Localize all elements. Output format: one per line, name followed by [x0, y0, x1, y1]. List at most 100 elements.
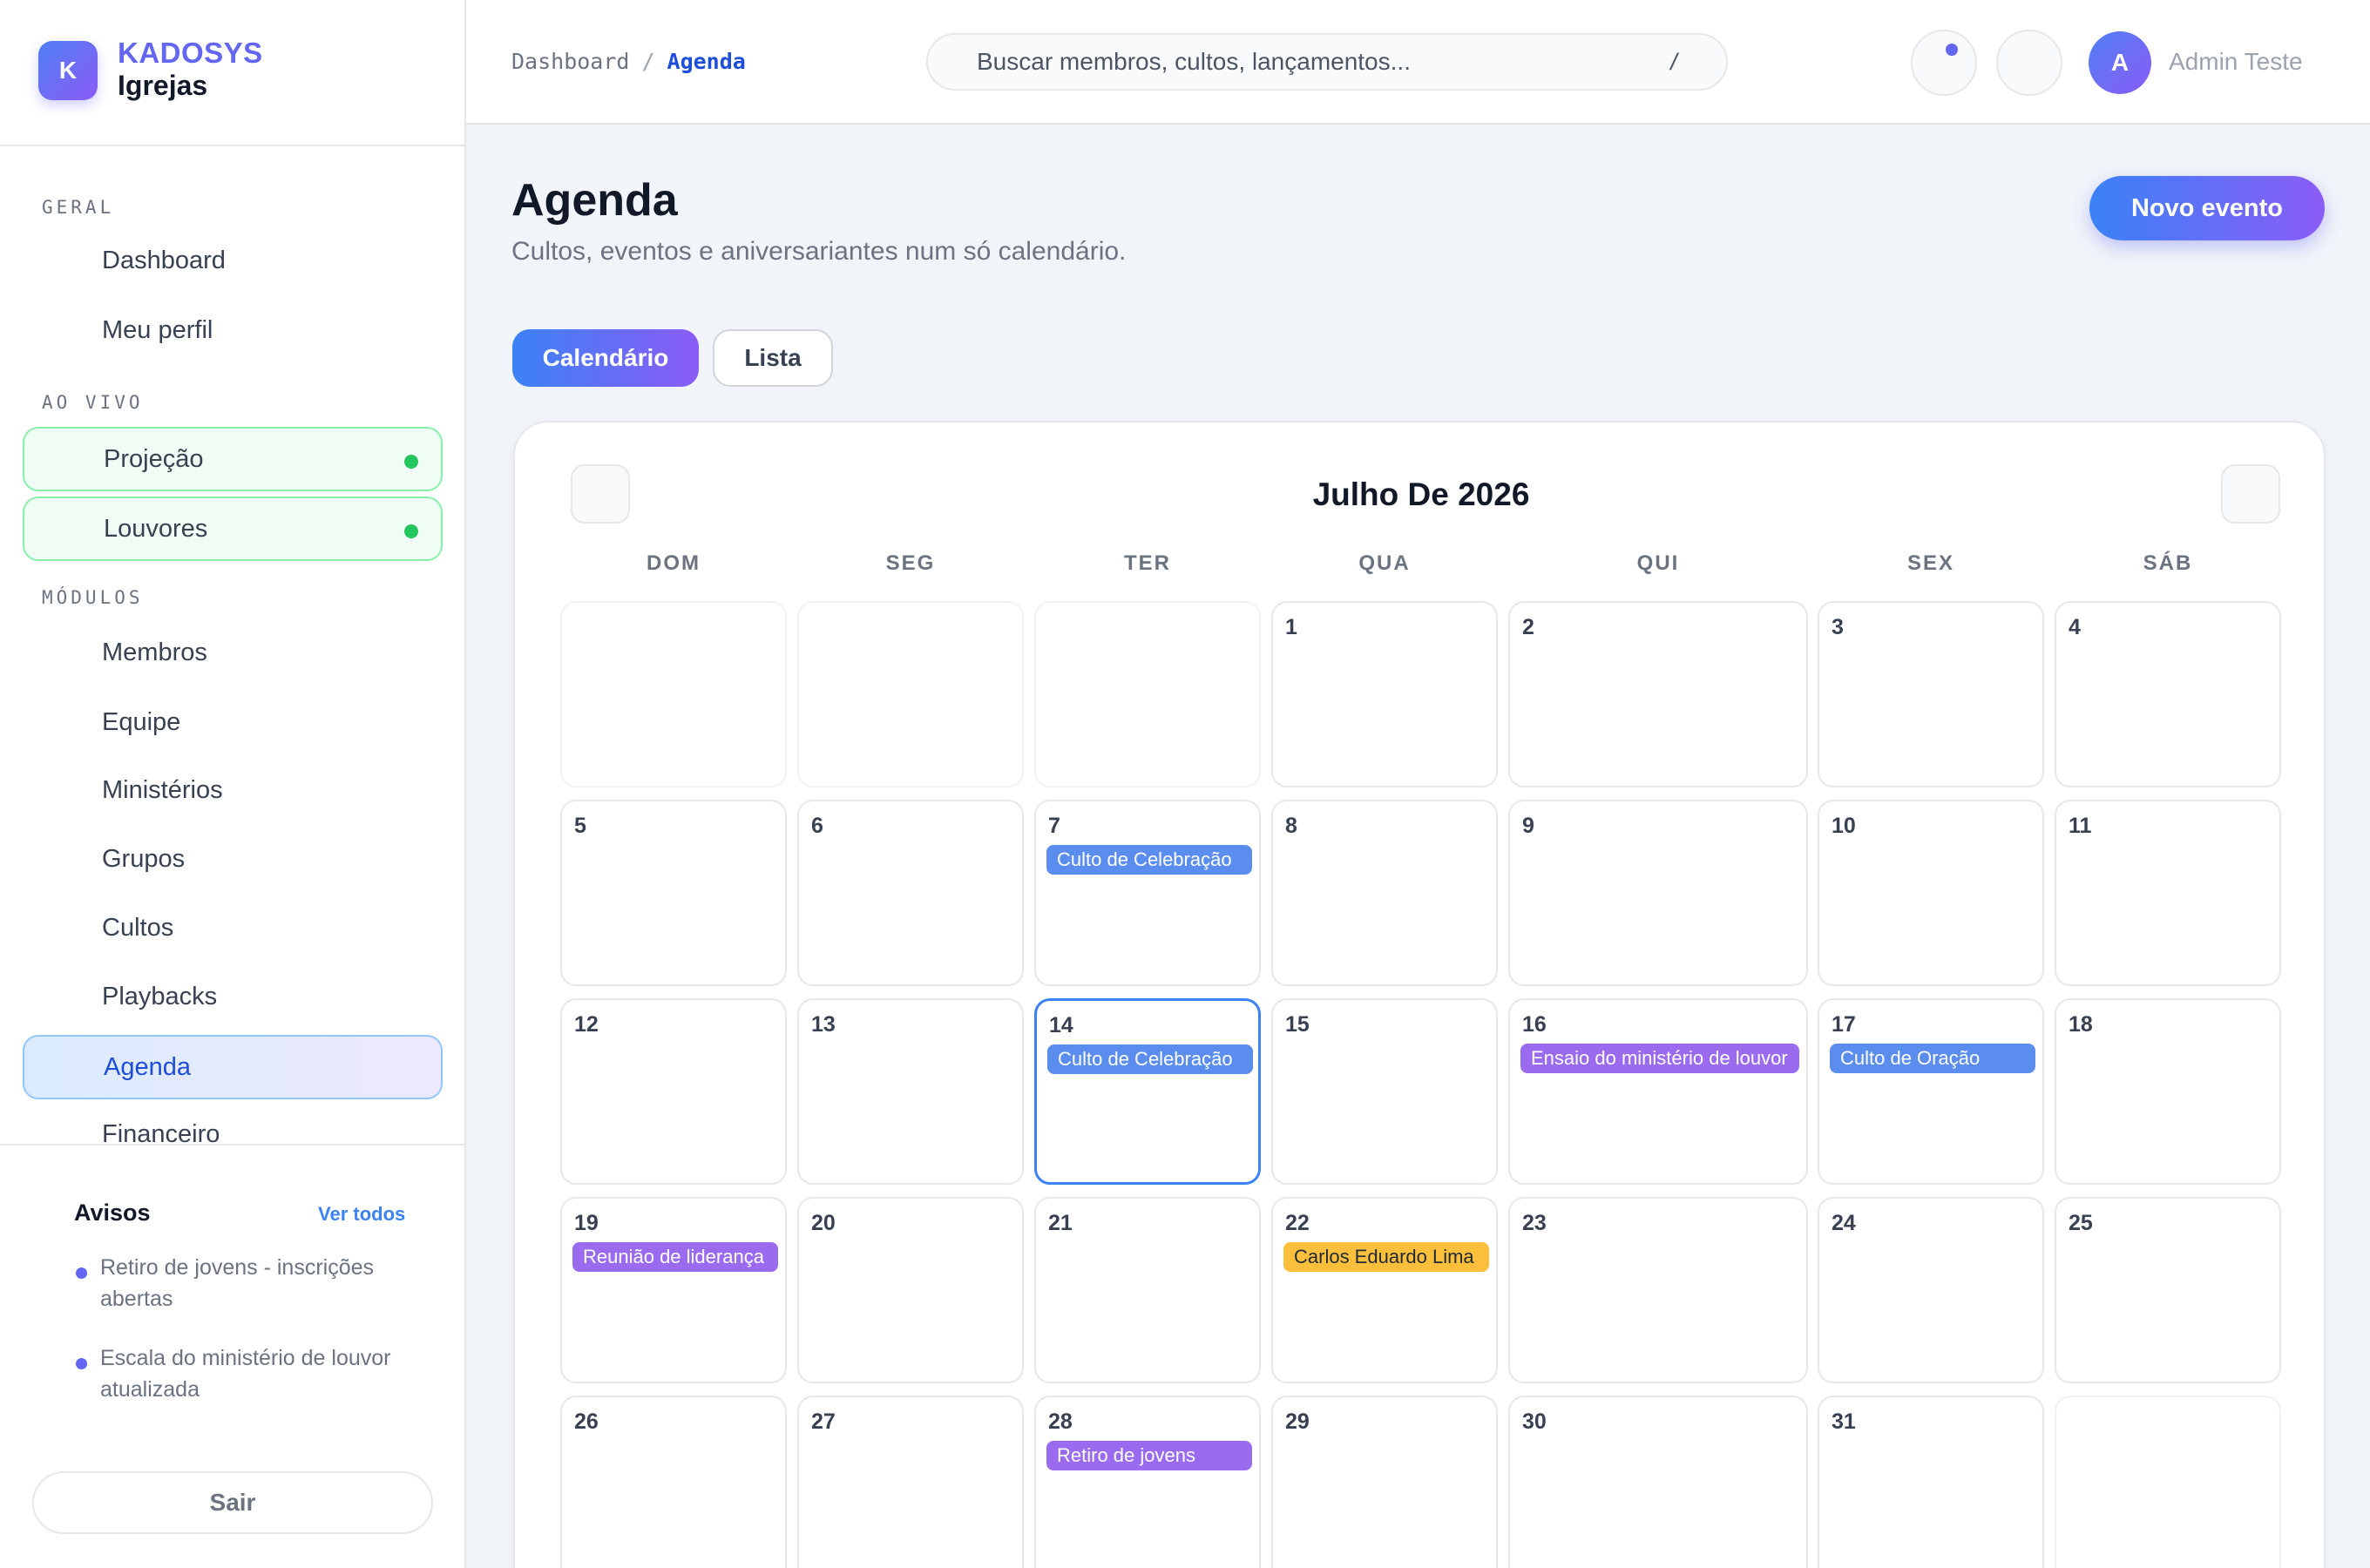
- day-number: 25: [2069, 1211, 2093, 1235]
- calendar-day-6[interactable]: 6: [797, 800, 1024, 986]
- calendar-day-23[interactable]: 23: [1508, 1197, 1808, 1383]
- breadcrumb-item-dashboard[interactable]: Dashboard: [511, 49, 629, 74]
- sidebar-item-membros[interactable]: Membros: [23, 620, 443, 685]
- calendar-day-9[interactable]: 9: [1508, 800, 1808, 986]
- notifications-button[interactable]: [1911, 30, 1977, 96]
- breadcrumb-item-current: Agenda: [667, 49, 746, 74]
- calendar-day-30[interactable]: 30: [1508, 1396, 1808, 1568]
- event-chip[interactable]: Culto de Celebração: [1046, 845, 1252, 875]
- brand-name: KADOSYS: [118, 37, 263, 69]
- tab-calendario[interactable]: Calendário: [512, 329, 699, 387]
- calendar-day-13[interactable]: 13: [797, 998, 1024, 1185]
- day-number: 4: [2069, 615, 2081, 639]
- weekday-label: SEX: [1906, 551, 1955, 575]
- calendar-day-14[interactable]: 14 Culto de Celebração: [1034, 998, 1261, 1185]
- event-chip[interactable]: Retiro de jovens: [1046, 1441, 1252, 1470]
- next-month-button[interactable]: [2221, 464, 2280, 524]
- sidebar-item-label: Louvores: [104, 514, 208, 543]
- calendar-day-20[interactable]: 20: [797, 1197, 1024, 1383]
- sidebar-item-cultos[interactable]: Cultos: [23, 896, 443, 960]
- new-event-button[interactable]: Novo evento: [2089, 176, 2325, 240]
- sidebar-item-label: Dashboard: [102, 246, 226, 274]
- calendar-day-3[interactable]: 3: [1818, 601, 2044, 787]
- sidebar-item-projecao[interactable]: Projeção: [23, 427, 443, 491]
- calendar-day-26[interactable]: 26: [560, 1396, 787, 1568]
- calendar-day-18[interactable]: 18: [2055, 998, 2281, 1185]
- calendar-day-empty: [797, 601, 1024, 787]
- calendar-day-25[interactable]: 25: [2055, 1197, 2281, 1383]
- notices-see-all-link[interactable]: Ver todos: [318, 1203, 405, 1226]
- calendar-day-8[interactable]: 8: [1271, 800, 1498, 986]
- calendar-day-7[interactable]: 7 Culto de Celebração: [1034, 800, 1261, 986]
- calendar-day-27[interactable]: 27: [797, 1396, 1024, 1568]
- event-chip[interactable]: Culto de Oração: [1830, 1044, 2035, 1073]
- calendar-day-1[interactable]: 1: [1271, 601, 1498, 787]
- calendar-day-17[interactable]: 17 Culto de Oração: [1818, 998, 2044, 1185]
- notices-title: Avisos: [74, 1200, 151, 1226]
- brand-logo[interactable]: K: [38, 41, 98, 100]
- sidebar-item-label: Agenda: [104, 1052, 191, 1081]
- day-number: 13: [811, 1012, 836, 1037]
- brand-subtitle: Igrejas: [118, 70, 208, 101]
- calendar-day-28[interactable]: 28 Retiro de jovens: [1034, 1396, 1261, 1568]
- day-number: 22: [1285, 1211, 1310, 1235]
- event-chip[interactable]: Culto de Celebração: [1047, 1044, 1253, 1074]
- sidebar-nav: GERAL Dashboard Meu perfil AO VIVO Proje…: [0, 146, 464, 1144]
- day-number: 12: [574, 1012, 599, 1037]
- calendar-day-22[interactable]: 22 Carlos Eduardo Lima: [1271, 1197, 1498, 1383]
- sidebar-item-label: Ministérios: [102, 775, 223, 804]
- calendar-day-12[interactable]: 12: [560, 998, 787, 1185]
- sidebar-item-grupos[interactable]: Grupos: [23, 827, 443, 891]
- notice-bullet-icon: [76, 1358, 87, 1369]
- day-number: 15: [1285, 1012, 1310, 1037]
- tab-lista[interactable]: Lista: [713, 329, 833, 387]
- calendar-day-5[interactable]: 5: [560, 800, 787, 986]
- day-number: 31: [1832, 1409, 1856, 1434]
- calendar-day-24[interactable]: 24: [1818, 1197, 2044, 1383]
- event-chip[interactable]: Ensaio do ministério de louvor: [1520, 1044, 1799, 1073]
- live-indicator-icon: [404, 524, 418, 538]
- sidebar-item-label: Projeção: [104, 444, 204, 473]
- calendar-day-19[interactable]: 19 Reunião de liderança: [560, 1197, 787, 1383]
- calendar-day-16[interactable]: 16 Ensaio do ministério de louvor: [1508, 998, 1808, 1185]
- calendar-day-15[interactable]: 15: [1271, 998, 1498, 1185]
- sidebar-item-meu-perfil[interactable]: Meu perfil: [23, 298, 443, 362]
- calendar-day-10[interactable]: 10: [1818, 800, 2044, 986]
- day-number: 10: [1832, 814, 1856, 838]
- day-number: 24: [1832, 1211, 1856, 1235]
- sidebar-item-playbacks[interactable]: Playbacks: [23, 964, 443, 1029]
- calendar-card: Julho De 2026 DOM SEG TER QUA QUI SEX SÁB 1234…: [513, 421, 2326, 1568]
- calendar-day-21[interactable]: 21: [1034, 1197, 1261, 1383]
- sidebar-item-louvores[interactable]: Louvores: [23, 497, 443, 561]
- day-number: 29: [1285, 1409, 1310, 1434]
- user-name[interactable]: Admin Teste: [2169, 48, 2303, 76]
- event-chip[interactable]: Reunião de liderança: [572, 1242, 778, 1272]
- breadcrumb: Dashboard / Agenda: [511, 49, 746, 74]
- search-input[interactable]: [977, 35, 1656, 89]
- day-number: 17: [1832, 1012, 1856, 1037]
- sidebar-item-ministerios[interactable]: Ministérios: [23, 758, 443, 822]
- day-number: 5: [574, 814, 586, 838]
- avatar[interactable]: A: [2089, 31, 2151, 94]
- logout-button[interactable]: Sair: [32, 1471, 433, 1534]
- notice-item[interactable]: Retiro de jovens - inscrições abertas: [100, 1252, 414, 1315]
- calendar-day-29[interactable]: 29: [1271, 1396, 1498, 1568]
- calendar-day-4[interactable]: 4: [2055, 601, 2281, 787]
- calendar-day-31[interactable]: 31: [1818, 1396, 2044, 1568]
- day-number: 6: [811, 814, 823, 838]
- sidebar-item-agenda[interactable]: Agenda: [23, 1035, 443, 1099]
- sidebar-item-financeiro[interactable]: Financeiro: [23, 1102, 443, 1145]
- sidebar-item-dashboard[interactable]: Dashboard: [23, 228, 443, 293]
- sidebar-item-label: Meu perfil: [102, 315, 213, 344]
- notification-dot-icon: [1946, 44, 1958, 56]
- sidebar-item-label: Cultos: [102, 913, 174, 942]
- theme-toggle-button[interactable]: [1996, 30, 2062, 96]
- day-number: 21: [1048, 1211, 1073, 1235]
- notice-item[interactable]: Escala do ministério de louvor atualizad…: [100, 1342, 414, 1405]
- day-number: 1: [1285, 615, 1297, 639]
- search-bar[interactable]: /: [926, 33, 1728, 91]
- event-chip[interactable]: Carlos Eduardo Lima: [1283, 1242, 1489, 1272]
- calendar-day-2[interactable]: 2: [1508, 601, 1808, 787]
- sidebar-item-equipe[interactable]: Equipe: [23, 690, 443, 754]
- calendar-day-11[interactable]: 11: [2055, 800, 2281, 986]
